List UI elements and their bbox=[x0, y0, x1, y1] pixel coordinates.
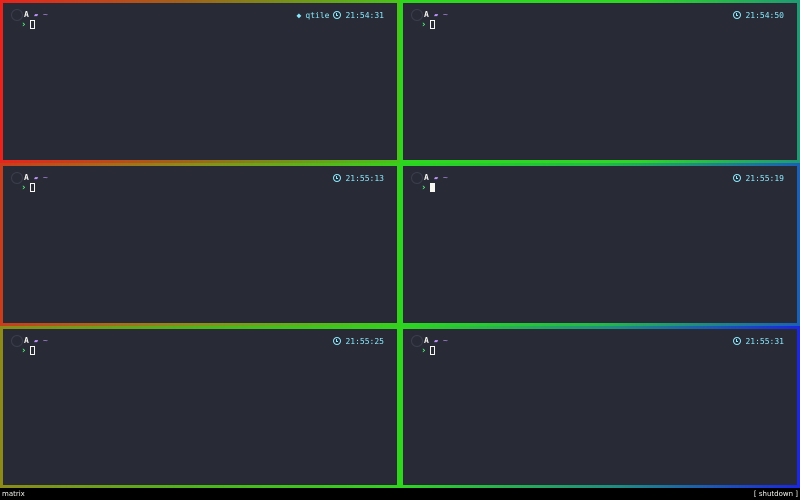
layout-name: matrix bbox=[2, 490, 25, 498]
status-bar: matrix [ shutdown ] bbox=[0, 488, 800, 500]
terminal-body[interactable]: A ▰ ~ › 21:55:31 bbox=[403, 329, 797, 485]
prompt-right-info: ◆ qtile 21:54:31 bbox=[297, 9, 384, 21]
current-directory: ~ bbox=[443, 10, 448, 19]
clock-icon bbox=[333, 174, 342, 182]
clock-icon bbox=[333, 11, 342, 19]
chevron-right-icon: › bbox=[421, 346, 427, 356]
current-directory: ~ bbox=[43, 10, 48, 19]
prompt-right-info: 21:55:19 bbox=[733, 172, 784, 184]
terminal-window-4[interactable]: A ▰ ~ › 21:55:19 bbox=[400, 163, 800, 326]
current-directory: ~ bbox=[443, 336, 448, 345]
terminal-window-6[interactable]: A ▰ ~ › 21:55:31 bbox=[400, 326, 800, 488]
prompt-time: 21:55:19 bbox=[745, 173, 784, 183]
current-directory: ~ bbox=[43, 336, 48, 345]
clock-icon bbox=[733, 11, 742, 19]
text-cursor bbox=[30, 346, 35, 355]
terminal-body[interactable]: A ▰ ~ › ◆ qtile 21:54:31 bbox=[3, 3, 397, 160]
terminal-body[interactable]: A ▰ ~ › 21:55:19 bbox=[403, 166, 797, 323]
text-cursor bbox=[430, 346, 435, 355]
diamond-icon: ◆ bbox=[296, 10, 302, 20]
prompt-time: 21:55:31 bbox=[745, 336, 784, 346]
clock-icon bbox=[333, 337, 342, 345]
shutdown-button[interactable]: [ shutdown ] bbox=[754, 488, 798, 500]
text-cursor bbox=[30, 183, 35, 192]
chevron-right-icon: › bbox=[21, 346, 27, 356]
current-directory: ~ bbox=[443, 173, 448, 182]
prompt-right-info: 21:55:13 bbox=[333, 172, 384, 184]
terminal-window-1[interactable]: A ▰ ~ › ◆ qtile 21:54:31 bbox=[0, 0, 400, 163]
terminal-body[interactable]: A ▰ ~ › 21:55:25 bbox=[3, 329, 397, 485]
chevron-right-icon: › bbox=[21, 20, 27, 30]
prompt-time: 21:54:50 bbox=[745, 10, 784, 20]
desktop-screen: A ▰ ~ › ◆ qtile 21:54:31 A ▰ ~ › 21:54:5… bbox=[0, 0, 800, 500]
text-cursor-active bbox=[430, 183, 435, 192]
text-cursor bbox=[30, 20, 35, 29]
terminal-body[interactable]: A ▰ ~ › 21:55:13 bbox=[3, 166, 397, 323]
prompt-right-info: 21:54:50 bbox=[733, 9, 784, 21]
text-cursor bbox=[430, 20, 435, 29]
chevron-right-icon: › bbox=[421, 20, 427, 30]
clock-icon bbox=[733, 337, 742, 345]
prompt-time: 21:55:13 bbox=[345, 173, 384, 183]
clock-icon bbox=[733, 174, 742, 182]
prompt-right-info: 21:55:31 bbox=[733, 335, 784, 347]
terminal-body[interactable]: A ▰ ~ › 21:54:50 bbox=[403, 3, 797, 160]
terminal-window-2[interactable]: A ▰ ~ › 21:54:50 bbox=[400, 0, 800, 163]
terminal-window-3[interactable]: A ▰ ~ › 21:55:13 bbox=[0, 163, 400, 326]
wm-name: qtile bbox=[305, 10, 330, 20]
prompt-time: 21:54:31 bbox=[345, 10, 384, 20]
chevron-right-icon: › bbox=[21, 183, 27, 193]
chevron-right-icon: › bbox=[421, 183, 427, 193]
prompt-time: 21:55:25 bbox=[345, 336, 384, 346]
current-directory: ~ bbox=[43, 173, 48, 182]
terminal-window-5[interactable]: A ▰ ~ › 21:55:25 bbox=[0, 326, 400, 488]
prompt-right-info: 21:55:25 bbox=[333, 335, 384, 347]
